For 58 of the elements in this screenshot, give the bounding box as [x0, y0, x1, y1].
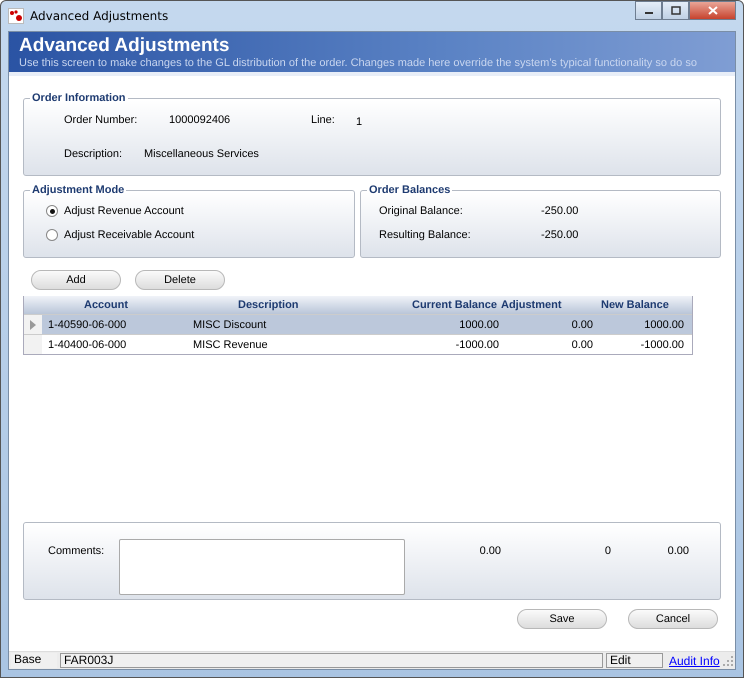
column-header[interactable]: Adjustment — [497, 299, 595, 311]
radio-label[interactable]: Adjust Receivable Account — [64, 229, 194, 241]
maximize-button[interactable] — [662, 1, 689, 20]
table-cell-text: 0.00 — [570, 338, 593, 350]
audit-info-link[interactable]: Audit Info — [669, 654, 720, 668]
radio-label[interactable]: Adjust Revenue Account — [64, 205, 184, 217]
field-value: 1000092406 — [169, 114, 232, 126]
table-cell-text: 1000.00 — [458, 318, 499, 330]
column-header[interactable]: New Balance — [595, 299, 689, 311]
resize-grip-icon — [723, 656, 733, 666]
table-cell-text: 0.00 — [570, 318, 593, 330]
status-mode: Base — [11, 653, 57, 668]
table-cell-text: 1-40400-06-000 — [47, 338, 128, 350]
dialog-button[interactable]: Cancel — [628, 609, 718, 629]
field-label: Original Balance: — [379, 205, 464, 217]
table-cell-text: MISC Revenue — [192, 338, 269, 350]
table-cell-text: 1000.00 — [643, 318, 685, 330]
table-cell-text: MISC Discount — [192, 318, 268, 330]
column-header[interactable]: Account — [42, 299, 172, 311]
total-value: 0.00 — [478, 545, 501, 557]
column-header[interactable]: Current Balance — [352, 299, 497, 311]
dialog-button[interactable]: Save — [517, 609, 607, 629]
radio-button[interactable] — [46, 205, 58, 217]
field-value: -250.00 — [541, 205, 578, 217]
grid-button[interactable]: Delete — [135, 270, 225, 290]
group-legend: Order Balances — [367, 184, 452, 196]
field-label: Order Number: — [64, 114, 138, 126]
comments-label: Comments: — [48, 545, 106, 557]
header-title: Advanced Adjustments — [19, 35, 230, 57]
close-icon — [708, 6, 718, 15]
group-legend: Order Information — [30, 92, 128, 104]
status-form-code: FAR003J — [60, 653, 603, 668]
column-header[interactable]: Description — [172, 299, 352, 311]
field-value: -250.00 — [541, 229, 578, 241]
field-label: Description: — [64, 148, 124, 160]
comments-field[interactable] — [119, 539, 405, 595]
grid-button[interactable]: Add — [31, 270, 121, 290]
field-label: Resulting Balance: — [379, 229, 472, 241]
total-value: 0.00 — [666, 545, 689, 557]
close-button[interactable] — [689, 1, 736, 20]
field-value: 1 — [356, 116, 362, 128]
table-row[interactable]: 1-40590-06-000 MISC Discount 1000.00 0.00 1000.00 — [24, 314, 692, 334]
status-state: Edit — [606, 653, 663, 668]
window-title: Advanced Adjustments — [30, 9, 168, 23]
table-cell-text: 1-40590-06-000 — [47, 318, 128, 330]
row-pointer-icon — [30, 320, 36, 330]
table-row[interactable]: 1-40400-06-000 MISC Revenue -1000.00 0.00 -1000.00 — [24, 334, 692, 354]
total-value: 0 — [604, 545, 611, 557]
header-subtitle: Use this screen to make changes to the GL distribution of the order. Changes made here override the system's typical functionality so do so — [19, 57, 698, 69]
group-legend: Adjustment Mode — [30, 184, 126, 196]
maximize-icon — [670, 6, 680, 15]
table-cell-text: -1000.00 — [640, 338, 685, 350]
field-value: Miscellaneous Services — [144, 148, 259, 160]
field-label: Line: — [311, 114, 336, 126]
app-icon — [8, 8, 24, 24]
minimize-button[interactable] — [635, 1, 662, 20]
table-cell-text: -1000.00 — [454, 338, 499, 350]
radio-button[interactable] — [46, 229, 58, 241]
